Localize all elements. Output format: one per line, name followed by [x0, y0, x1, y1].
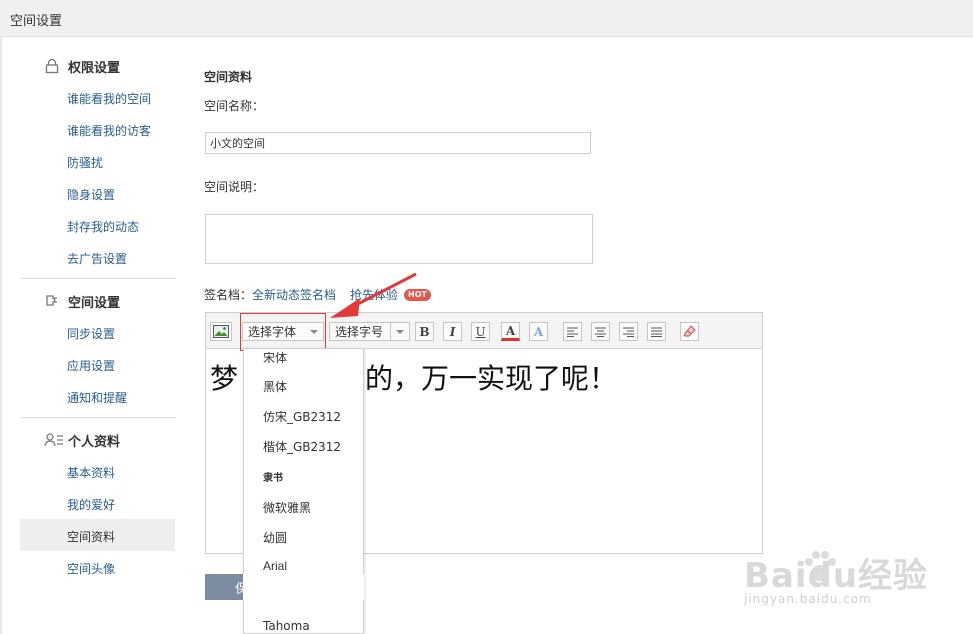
font-color-button[interactable]: A — [501, 322, 520, 341]
watermark-url: jingyan.baidu.com — [744, 592, 872, 606]
space-name-input[interactable] — [205, 132, 591, 154]
insert-image-icon[interactable] — [210, 322, 232, 341]
space-desc-label: 空间说明： — [204, 180, 265, 194]
eraser-icon[interactable] — [680, 322, 699, 341]
text-highlight-button[interactable]: A — [529, 322, 548, 341]
page-title: 空间设置 — [10, 14, 63, 29]
page-header: 空间设置 — [0, 0, 973, 37]
font-option[interactable]: Tahoma — [263, 619, 310, 633]
underline-button[interactable]: U — [471, 322, 490, 341]
align-center-icon[interactable] — [591, 322, 610, 341]
puzzle-icon — [44, 293, 62, 309]
form-title: 空间资料 — [204, 70, 253, 84]
space-name-label: 空间名称： — [204, 99, 265, 113]
sidebar-item-hobbies[interactable]: 我的爱好 — [67, 496, 115, 513]
dropdown-cover — [243, 574, 364, 600]
italic-button[interactable]: I — [443, 322, 462, 341]
sidebar-item-apps[interactable]: 应用设置 — [67, 357, 115, 374]
font-option[interactable]: 楷体_GB2312 — [263, 438, 341, 455]
align-right-icon[interactable] — [619, 322, 638, 341]
font-option[interactable]: 黑体 — [263, 378, 287, 395]
sidebar-item-remove-ads[interactable]: 去广告设置 — [67, 250, 127, 267]
left-border — [0, 36, 2, 634]
sidebar-section-permissions: 权限设置 — [44, 56, 120, 76]
font-option[interactable]: Arial — [263, 559, 287, 573]
sidebar-divider — [20, 278, 176, 279]
font-option[interactable]: 宋体 — [263, 349, 287, 366]
sidebar-item-space-profile[interactable]: 空间资料 — [67, 528, 115, 545]
font-option[interactable]: 隶书 — [263, 469, 283, 484]
user-list-icon — [44, 432, 63, 448]
lock-icon — [44, 58, 62, 74]
sidebar-item-space-avatar[interactable]: 空间头像 — [67, 560, 115, 577]
sidebar-item-invisible[interactable]: 隐身设置 — [67, 186, 115, 203]
sidebar-item-who-see-visitors[interactable]: 谁能看我的访客 — [67, 122, 151, 139]
sidebar-divider — [20, 417, 176, 418]
sidebar-section-profile: 个人资料 — [44, 430, 120, 450]
font-option[interactable]: 幼圆 — [263, 529, 287, 546]
sidebar-item-sync[interactable]: 同步设置 — [67, 325, 115, 342]
sidebar-item-anti-harass[interactable]: 防骚扰 — [67, 154, 103, 171]
font-option[interactable]: 仿宋_GB2312 — [263, 408, 341, 425]
font-option[interactable]: 微软雅黑 — [263, 499, 311, 516]
annotation-arrow-icon — [330, 272, 417, 318]
align-left-icon[interactable] — [563, 322, 582, 341]
sidebar-section-space: 空间设置 — [44, 291, 120, 311]
sidebar-item-basic-info[interactable]: 基本资料 — [67, 464, 115, 481]
align-justify-icon[interactable] — [647, 322, 666, 341]
watermark: Baidu经验 jingyan.baidu.com — [744, 548, 934, 628]
space-desc-textarea[interactable] — [205, 214, 593, 264]
signature-label: 签名档： — [204, 288, 253, 302]
sidebar-item-notifications[interactable]: 通知和提醒 — [67, 389, 127, 406]
sidebar-item-who-see-space[interactable]: 谁能看我的空间 — [67, 90, 151, 107]
sidebar-item-archive-feed[interactable]: 封存我的动态 — [67, 218, 139, 235]
annotation-highlight-box — [240, 313, 326, 351]
watermark-brand: Baidu经验 — [744, 556, 929, 596]
chevron-down-icon — [396, 330, 404, 334]
